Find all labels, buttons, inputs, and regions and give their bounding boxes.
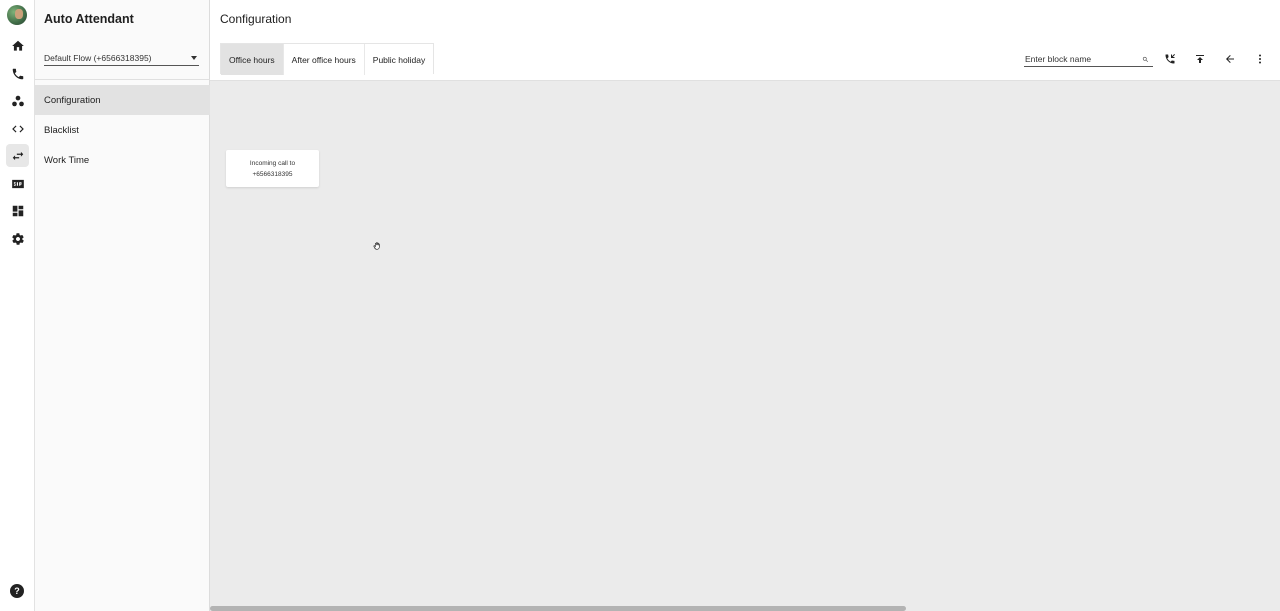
block-label: Incoming call to xyxy=(249,159,296,167)
flow-select[interactable]: Default Flow (+6566318395) xyxy=(44,50,199,66)
code-icon[interactable] xyxy=(6,117,29,140)
help-icon[interactable]: ? xyxy=(10,584,24,598)
incoming-call-block[interactable]: Incoming call to +6566318395 xyxy=(226,150,319,187)
block-number: +6566318395 xyxy=(252,170,293,178)
flow-select-value: Default Flow (+6566318395) xyxy=(44,52,152,63)
block-search xyxy=(1024,52,1153,67)
app-root: ? Auto Attendant Default Flow (+65663183… xyxy=(0,0,1280,611)
people-icon[interactable] xyxy=(6,89,29,112)
more-vert-icon[interactable] xyxy=(1251,50,1269,68)
block-search-input[interactable] xyxy=(1024,54,1134,64)
panel-title: Auto Attendant xyxy=(44,12,134,26)
horizontal-scrollbar[interactable] xyxy=(210,606,906,611)
caret-down-icon xyxy=(191,55,197,60)
call-test-icon[interactable] xyxy=(1161,50,1179,68)
nav-item-work-time[interactable]: Work Time xyxy=(35,145,210,175)
dashboard-icon[interactable] xyxy=(6,199,29,222)
flow-canvas[interactable]: Incoming call to +6566318395 xyxy=(210,80,1280,611)
icon-rail: ? xyxy=(0,0,35,611)
schedule-tabs: Office hours After office hours Public h… xyxy=(220,43,435,75)
nav-item-blacklist[interactable]: Blacklist xyxy=(35,115,210,145)
swap-icon[interactable] xyxy=(6,144,29,167)
home-icon[interactable] xyxy=(6,34,29,57)
tab-office-hours[interactable]: Office hours xyxy=(221,44,284,75)
nav-item-label: Configuration xyxy=(44,94,101,106)
search-icon[interactable] xyxy=(1142,56,1149,63)
divider xyxy=(35,79,210,80)
arrow-back-icon[interactable] xyxy=(1221,50,1239,68)
tab-public-holiday[interactable]: Public holiday xyxy=(364,44,434,75)
nav-item-label: Work Time xyxy=(44,154,90,166)
scroll-to-top-icon[interactable] xyxy=(1191,50,1209,68)
avatar[interactable] xyxy=(7,5,27,25)
gear-icon[interactable] xyxy=(6,227,29,250)
grab-hand-icon xyxy=(372,238,382,250)
side-panel: Auto Attendant Default Flow (+6566318395… xyxy=(35,0,210,611)
nav-item-label: Blacklist xyxy=(44,124,79,136)
page-title: Configuration xyxy=(220,12,292,26)
nav-item-configuration[interactable]: Configuration xyxy=(35,85,210,115)
tab-after-office-hours[interactable]: After office hours xyxy=(283,44,365,75)
sip-icon[interactable] xyxy=(6,172,29,195)
phone-icon[interactable] xyxy=(6,62,29,85)
